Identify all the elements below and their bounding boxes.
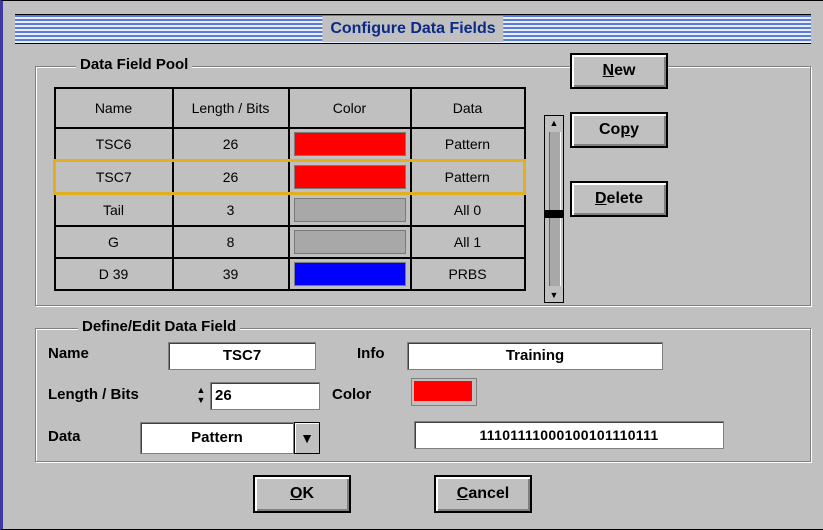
define-edit-label: Define/Edit Data Field <box>78 318 241 336</box>
table-row[interactable]: G 8 All 1 <box>53 225 526 259</box>
name-label: Name <box>48 345 89 362</box>
table-row[interactable]: Tail 3 All 0 <box>53 192 526 227</box>
data-field-pool-label: Data Field Pool <box>76 56 193 74</box>
row-name-cell: D 39 <box>53 257 174 291</box>
row-length-cell: 8 <box>171 225 290 259</box>
length-stepper-icon[interactable]: ▲ ▼ <box>196 385 206 411</box>
new-button[interactable]: New <box>570 53 668 89</box>
data-label: Data <box>48 428 81 445</box>
row-data-cell: PRBS <box>409 257 526 291</box>
color-picker[interactable] <box>411 378 477 406</box>
row-data-cell: All 1 <box>409 225 526 259</box>
data-field-table: Name Length / Bits Color Data TSC6 26 Pa… <box>53 87 526 291</box>
row-color-cell <box>287 192 412 227</box>
column-header-color: Color <box>287 87 412 129</box>
color-preview <box>414 381 472 401</box>
table-row-selected[interactable]: TSC7 26 Pattern <box>53 159 526 195</box>
row-name-cell: TSC6 <box>53 127 174 162</box>
copy-button[interactable]: Copy <box>570 112 668 148</box>
column-header-data: Data <box>409 87 526 129</box>
row-color-cell <box>287 225 412 259</box>
table-scrollbar[interactable]: ▲ ▼ <box>544 115 564 303</box>
configure-data-fields-dialog: Configure Data Fields Data Field Pool Na… <box>0 0 823 530</box>
info-label: Info <box>357 345 385 362</box>
data-select[interactable]: Pattern <box>140 422 294 454</box>
row-name-cell: Tail <box>53 192 174 227</box>
table-header-row: Name Length / Bits Color Data <box>53 87 526 129</box>
row-length-cell: 3 <box>171 192 290 227</box>
name-field[interactable]: TSC7 <box>168 342 316 370</box>
delete-button[interactable]: Delete <box>570 181 668 217</box>
row-name-cell: TSC7 <box>53 159 174 195</box>
pattern-field[interactable]: 11101111000100101110111 <box>414 421 724 449</box>
length-label: Length / Bits <box>48 386 139 403</box>
data-field-pool-group: Data Field Pool Name Length / Bits Color… <box>35 56 811 306</box>
color-swatch <box>293 132 406 156</box>
color-swatch <box>293 230 406 254</box>
color-swatch <box>293 198 406 222</box>
cancel-button[interactable]: Cancel <box>434 475 532 513</box>
color-swatch <box>293 165 406 189</box>
row-color-cell <box>287 127 412 162</box>
dropdown-arrow-icon[interactable]: ▼ <box>294 422 320 454</box>
table-row[interactable]: TSC6 26 Pattern <box>53 127 526 162</box>
row-data-cell: Pattern <box>409 127 526 162</box>
scroll-thumb[interactable] <box>545 210 563 218</box>
row-length-cell: 26 <box>171 159 290 195</box>
row-data-cell: All 0 <box>409 192 526 227</box>
window-title: Configure Data Fields <box>322 16 504 42</box>
column-header-length: Length / Bits <box>171 87 290 129</box>
length-field[interactable]: 26 <box>210 382 320 410</box>
scroll-down-icon[interactable]: ▼ <box>545 288 563 302</box>
scroll-up-icon[interactable]: ▲ <box>545 116 563 130</box>
row-data-cell: Pattern <box>409 159 526 195</box>
color-label: Color <box>332 386 372 403</box>
ok-button[interactable]: OK <box>253 475 351 513</box>
row-length-cell: 26 <box>171 127 290 162</box>
table-row[interactable]: D 39 39 PRBS <box>53 257 526 291</box>
row-color-cell <box>287 159 412 195</box>
title-bar: Configure Data Fields <box>15 14 811 44</box>
row-length-cell: 39 <box>171 257 290 291</box>
color-swatch <box>293 262 406 286</box>
info-field[interactable]: Training <box>407 342 663 370</box>
row-name-cell: G <box>53 225 174 259</box>
column-header-name: Name <box>53 87 174 129</box>
row-color-cell <box>287 257 412 291</box>
scroll-track[interactable] <box>549 132 561 286</box>
